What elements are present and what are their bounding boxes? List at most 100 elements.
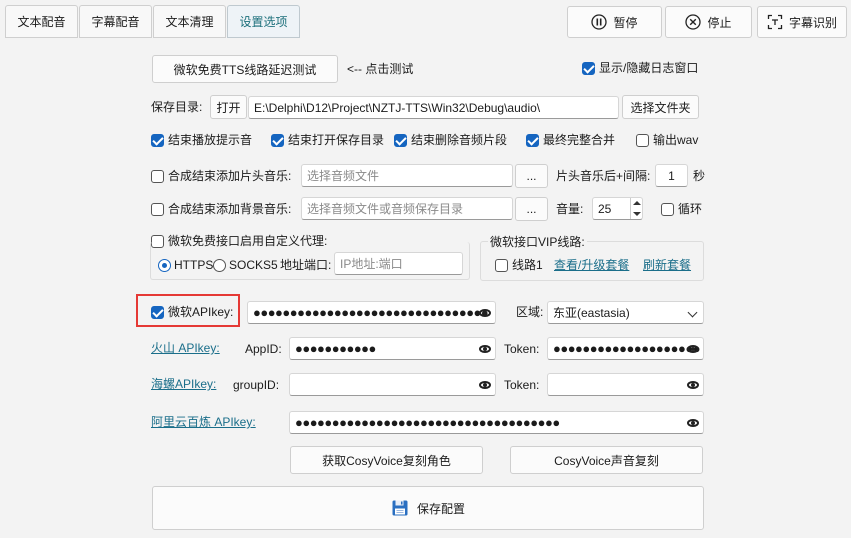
latency-test-button[interactable]: 微软免费TTS线路延迟测试 <box>152 55 338 83</box>
save-config-button[interactable]: 保存配置 <box>152 486 704 530</box>
eye-icon[interactable] <box>479 308 491 317</box>
latency-test-hint: <-- 点击测试 <box>347 62 414 76</box>
aliyun-apikey-input[interactable]: ●●●●●●●●●●●●●●●●●●●●●●●●●●●●●●●●●●●● <box>289 411 704 434</box>
loop-label: 循环 <box>678 202 703 216</box>
option-merge-checkbox[interactable] <box>526 134 539 147</box>
minimax-token-input[interactable] <box>547 373 704 396</box>
eye-icon[interactable] <box>479 380 491 389</box>
region-label: 区域: <box>516 305 544 319</box>
choose-folder-button[interactable]: 选择文件夹 <box>622 95 699 119</box>
aliyun-apikey-masked: ●●●●●●●●●●●●●●●●●●●●●●●●●●●●●●●●●●●● <box>295 415 560 430</box>
ms-apikey-masked: ●●●●●●●●●●●●●●●●●●●●●●●●●●●●●●●● <box>253 305 489 320</box>
tab-text-cleanup[interactable]: 文本清理 <box>153 5 226 38</box>
aliyun-apikey-link[interactable]: 阿里云百炼 APIkey: <box>151 414 256 430</box>
subtitle-recognition-label: 字幕识别 <box>788 15 837 30</box>
tab-settings[interactable]: 设置选项 <box>227 5 300 38</box>
intro-music-input[interactable]: 选择音频文件 <box>301 164 513 187</box>
latency-test-label: 微软免费TTS线路延迟测试 <box>173 62 317 77</box>
option-wav-label: 输出wav <box>653 133 699 147</box>
option-open-dir-checkbox[interactable] <box>271 134 284 147</box>
log-window-checkbox[interactable] <box>582 62 595 75</box>
volume-spin-buttons[interactable] <box>630 198 642 219</box>
volc-appid-masked: ●●●●●●●●●●● <box>295 341 376 356</box>
ms-apikey-checkbox[interactable] <box>151 306 164 319</box>
vip-line1-label: 线路1 <box>512 258 543 272</box>
refresh-plan-link[interactable]: 刷新套餐 <box>643 257 691 273</box>
browse-label: ... <box>526 202 537 216</box>
volc-appid-input[interactable]: ●●●●●●●●●●● <box>289 337 496 360</box>
cosyvoice-get-roles-label: 获取CosyVoice复刻角色 <box>322 453 451 468</box>
cosyvoice-clone-button[interactable]: CosyVoice声音复刻 <box>510 446 703 474</box>
option-delete-segments-label: 结束删除音频片段 <box>411 133 508 147</box>
tab-subtitle-dubbing[interactable]: 字幕配音 <box>79 5 152 38</box>
spin-down-icon[interactable] <box>633 212 641 216</box>
scan-text-icon <box>767 14 783 30</box>
option-delete-segments-checkbox[interactable] <box>394 134 407 147</box>
proxy-https-label: HTTPS <box>174 258 214 272</box>
cosyvoice-clone-label: CosyVoice声音复刻 <box>554 453 659 468</box>
pause-circle-icon <box>591 14 608 30</box>
bg-music-placeholder: 选择音频文件或音频保存目录 <box>307 202 464 216</box>
save-config-label: 保存配置 <box>416 501 465 516</box>
proxy-address-input[interactable]: IP地址:端口 <box>334 252 463 275</box>
pause-label: 暂停 <box>613 15 638 30</box>
stop-label: 停止 <box>707 15 732 30</box>
volc-token-masked: ●●●●●●●●●●●●●●●●●●●● <box>553 341 701 356</box>
eye-icon[interactable] <box>687 380 699 389</box>
region-select[interactable]: 东亚(eastasia) <box>547 301 704 324</box>
eye-icon[interactable] <box>479 344 491 353</box>
intro-music-label: 合成结束添加片头音乐: <box>168 169 292 183</box>
option-end-sound-label: 结束播放提示音 <box>168 133 253 147</box>
intro-interval-value: 1 <box>668 168 675 183</box>
option-wav-checkbox[interactable] <box>636 134 649 147</box>
bg-music-input[interactable]: 选择音频文件或音频保存目录 <box>301 197 513 220</box>
proxy-https-radio[interactable] <box>158 259 171 272</box>
intro-music-placeholder: 选择音频文件 <box>307 169 380 183</box>
upgrade-plan-link[interactable]: 查看/升级套餐 <box>554 257 629 273</box>
subtitle-recognition-button[interactable]: 字幕识别 <box>757 6 847 38</box>
volc-apikey-link[interactable]: 火山 APIkey: <box>151 340 220 356</box>
eye-icon[interactable] <box>687 418 699 427</box>
volume-label: 音量: <box>556 202 584 216</box>
intro-interval-unit: 秒 <box>693 169 706 183</box>
spin-up-icon[interactable] <box>633 201 641 205</box>
intro-interval-label: 片头音乐后+间隔: <box>556 169 651 183</box>
cosyvoice-get-roles-button[interactable]: 获取CosyVoice复刻角色 <box>290 446 483 474</box>
proxy-socks5-label: SOCKS5 <box>229 258 278 272</box>
volc-token-input[interactable]: ●●●●●●●●●●●●●●●●●●●● <box>547 337 704 360</box>
minimax-groupid-input[interactable] <box>289 373 496 396</box>
proxy-address-label: 地址端口: <box>280 258 332 272</box>
intro-interval-input[interactable]: 1 <box>655 164 688 187</box>
bg-music-label: 合成结束添加背景音乐: <box>168 202 292 216</box>
intro-music-checkbox[interactable] <box>151 170 164 183</box>
bg-music-checkbox[interactable] <box>151 203 164 216</box>
volc-appid-label: AppID: <box>245 342 282 356</box>
pause-button[interactable]: 暂停 <box>567 6 662 38</box>
eye-icon[interactable] <box>687 344 699 353</box>
loop-checkbox[interactable] <box>661 203 674 216</box>
vip-line1-checkbox[interactable] <box>495 259 508 272</box>
log-window-label: 显示/隐藏日志窗口 <box>599 61 699 75</box>
volc-token-label: Token: <box>504 342 540 356</box>
floppy-disk-icon <box>392 500 408 516</box>
save-dir-input[interactable]: E:\Delphi\D12\Project\NZTJ-TTS\Win32\Deb… <box>248 96 619 119</box>
choose-folder-label: 选择文件夹 <box>630 100 691 115</box>
intro-music-browse-button[interactable]: ... <box>515 164 548 188</box>
chevron-down-icon <box>687 307 698 318</box>
volume-value: 25 <box>598 201 612 216</box>
stop-button[interactable]: 停止 <box>665 6 752 38</box>
save-dir-label: 保存目录: <box>151 100 203 114</box>
close-circle-icon <box>685 14 702 30</box>
option-merge-label: 最终完整合并 <box>543 133 616 147</box>
minimax-token-label: Token: <box>504 378 540 392</box>
tab-label: 文本清理 <box>165 15 214 29</box>
bg-music-browse-button[interactable]: ... <box>515 197 548 221</box>
open-dir-button[interactable]: 打开 <box>210 95 247 119</box>
tab-text-dubbing[interactable]: 文本配音 <box>5 5 78 38</box>
ms-apikey-input[interactable]: ●●●●●●●●●●●●●●●●●●●●●●●●●●●●●●●● <box>247 301 496 324</box>
minimax-apikey-link[interactable]: 海螺APIkey: <box>151 376 216 392</box>
minimax-groupid-label: groupID: <box>233 378 280 392</box>
proxy-socks5-radio[interactable] <box>213 259 226 272</box>
option-end-sound-checkbox[interactable] <box>151 134 164 147</box>
volume-spinner[interactable]: 25 <box>592 197 643 220</box>
